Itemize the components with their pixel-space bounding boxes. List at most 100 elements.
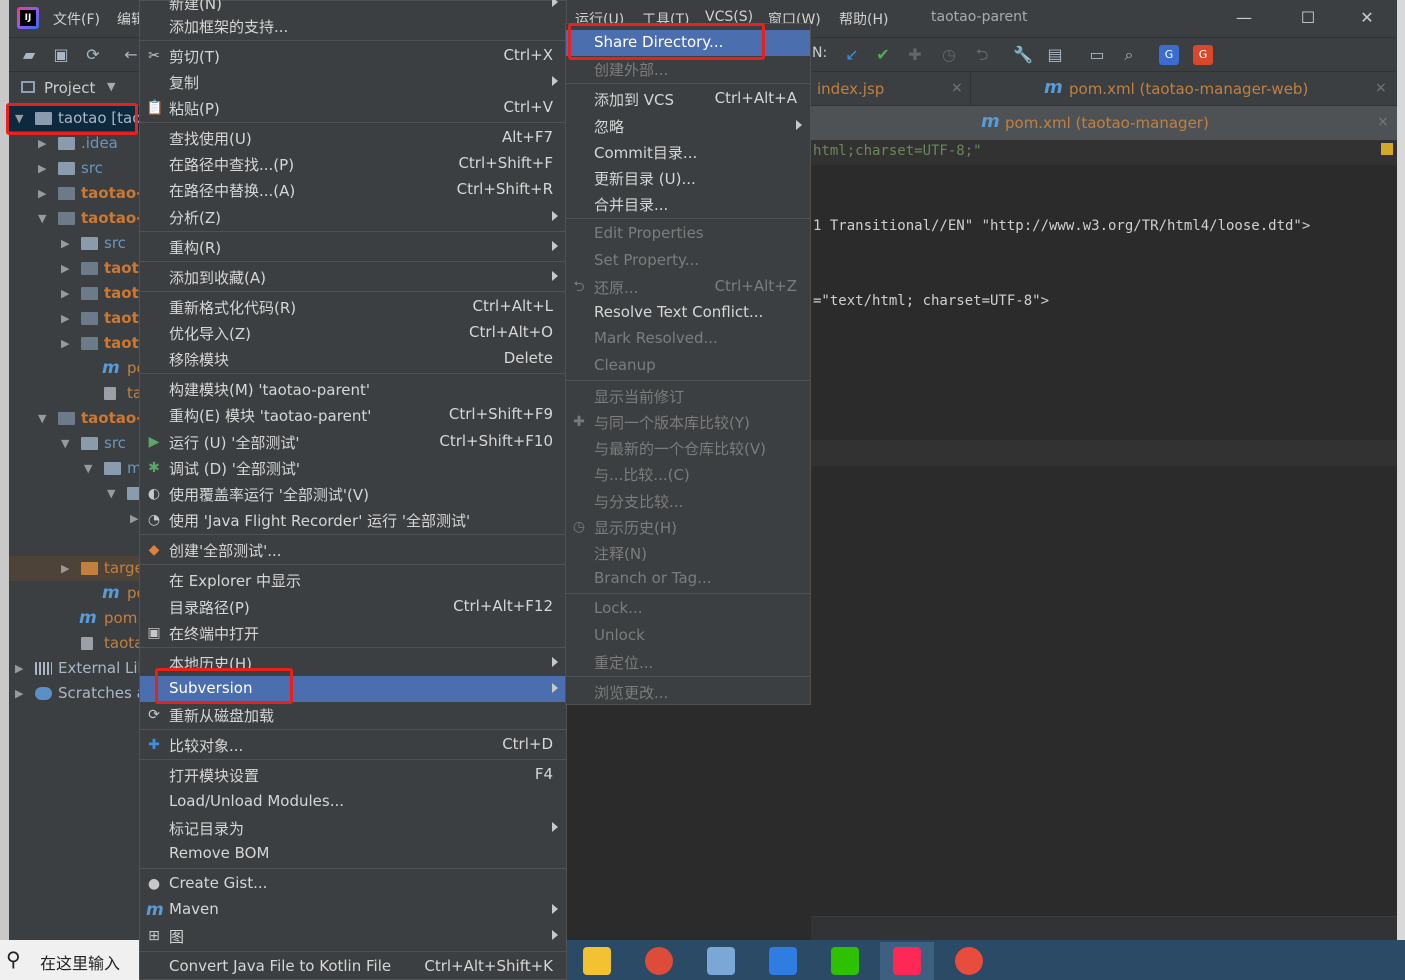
tree-row[interactable]: ▼ taotao- bbox=[9, 406, 139, 431]
svn-item-u[interactable]: 更新目录 (U)... bbox=[566, 165, 810, 191]
menu-item-t[interactable]: ✂ 剪切(T) Ctrl+X bbox=[140, 43, 566, 69]
collapse-arrow-icon[interactable]: ▶ bbox=[61, 256, 73, 281]
save-icon[interactable]: ▣ bbox=[51, 45, 71, 65]
menu-item-item[interactable]: ⟳ 重新从磁盘加载 bbox=[140, 702, 566, 728]
menu-item-r[interactable]: 重新格式化代码(R) Ctrl+Alt+L bbox=[140, 294, 566, 320]
menu-item-e-taotao-parent[interactable]: 重构(E) 模块 'taotao-parent' Ctrl+Shift+F9 bbox=[140, 402, 566, 428]
close-button[interactable]: ✕ bbox=[1350, 5, 1384, 31]
menu-item-convert-java-file-to-kotlin-file[interactable]: Convert Java File to Kotlin File Ctrl+Alt… bbox=[140, 954, 566, 980]
tree-row[interactable]: ▶ taota bbox=[9, 281, 139, 306]
tab-pom-manager[interactable]: m pom.xml (taotao-manager) × bbox=[811, 106, 1397, 140]
notepad-icon[interactable] bbox=[694, 942, 748, 980]
svn-item-resolve-text-conflict[interactable]: Resolve Text Conflict... bbox=[566, 300, 810, 326]
tree-row[interactable]: ▶ taota bbox=[9, 331, 139, 356]
collapse-arrow-icon[interactable]: ▶ bbox=[61, 231, 73, 256]
collapse-arrow-icon[interactable]: ▶ bbox=[38, 156, 50, 181]
tree-row[interactable]: ▶ src bbox=[9, 156, 139, 181]
tree-row[interactable]: ▶ External Lib bbox=[9, 656, 139, 681]
menu-item-item[interactable]: ⊞ 图 bbox=[140, 923, 566, 949]
menu-item-item[interactable]: 标记目录为 bbox=[140, 815, 566, 841]
back-arrow-icon[interactable]: ← bbox=[121, 45, 141, 65]
tree-row[interactable]: ▶ bbox=[9, 506, 139, 531]
expand-arrow-icon[interactable]: ▼ bbox=[84, 456, 96, 481]
tab-index-jsp[interactable]: index.jsp × bbox=[811, 72, 971, 106]
search-icon[interactable]: ⌕ bbox=[1119, 45, 1139, 65]
collapse-arrow-icon[interactable]: ▶ bbox=[61, 306, 73, 331]
svn-item-item[interactable]: 忽略 bbox=[566, 113, 810, 139]
collapse-arrow-icon[interactable]: ▶ bbox=[38, 181, 50, 206]
svn-item-commit[interactable]: Commit目录... bbox=[566, 139, 810, 165]
code-editor[interactable]: html;charset=UTF-8;" 1 Transitional//EN"… bbox=[811, 140, 1397, 920]
tree-row[interactable] bbox=[9, 531, 139, 556]
chrome-icon[interactable] bbox=[632, 942, 686, 980]
expand-arrow-icon[interactable]: ▼ bbox=[38, 206, 50, 231]
chevron-down-icon[interactable]: ▼ bbox=[107, 80, 115, 93]
tree-row[interactable]: mpom bbox=[9, 356, 139, 381]
menu-item-a[interactable]: 在路径中替换...(A) Ctrl+Shift+R bbox=[140, 177, 566, 203]
tree-row[interactable]: ▼ bbox=[9, 481, 139, 506]
tab-close-icon[interactable]: × bbox=[951, 80, 963, 96]
menu-item-item[interactable]: 添加框架的支持... bbox=[140, 13, 566, 39]
terminal-icon[interactable]: ▭ bbox=[1087, 45, 1107, 65]
horizontal-scrollbar[interactable] bbox=[811, 916, 1397, 940]
menu-item-p[interactable]: 目录路径(P) Ctrl+Alt+F12 bbox=[140, 594, 566, 620]
tree-row[interactable]: taota bbox=[9, 381, 139, 406]
tree-row[interactable]: ▼ src bbox=[9, 431, 139, 456]
app-grid-icon[interactable] bbox=[756, 942, 810, 980]
menu-item-d[interactable]: ✱ 调试 (D) '全部测试' bbox=[140, 455, 566, 481]
wrench-icon[interactable]: 🔧 bbox=[1013, 45, 1033, 65]
translate-icon[interactable]: G bbox=[1159, 45, 1179, 65]
tab-close-icon[interactable]: × bbox=[1375, 80, 1387, 96]
menu-item-java-flight-recorder[interactable]: ◔ 使用 'Java Flight Recorder' 运行 '全部测试' bbox=[140, 507, 566, 533]
menu-item-load-unload-modules[interactable]: Load/Unload Modules... bbox=[140, 789, 566, 815]
tree-row[interactable]: m pom.xm bbox=[9, 606, 139, 631]
menu-item-item[interactable]: 打开模块设置 F4 bbox=[140, 762, 566, 788]
update-project-icon[interactable]: ↙ bbox=[842, 45, 862, 65]
menu-item-z[interactable]: 优化导入(Z) Ctrl+Alt+O bbox=[140, 320, 566, 346]
svn-item-vcs[interactable]: 添加到 VCS Ctrl+Alt+A bbox=[566, 86, 810, 112]
project-structure-icon[interactable]: ▤ bbox=[1045, 45, 1065, 65]
warning-marker-icon[interactable] bbox=[1381, 143, 1393, 155]
menu-item-p[interactable]: 📋 粘贴(P) Ctrl+V bbox=[140, 95, 566, 121]
collapse-arrow-icon[interactable]: ▶ bbox=[61, 556, 73, 581]
menu-item-a[interactable]: 添加到收藏(A) bbox=[140, 264, 566, 290]
expand-arrow-icon[interactable]: ▼ bbox=[38, 406, 50, 431]
menu-item-r[interactable]: 重构(R) bbox=[140, 234, 566, 260]
tree-row[interactable]: ▼ m bbox=[9, 456, 139, 481]
tree-row[interactable]: ▶ targe bbox=[9, 556, 139, 581]
menu-item-z[interactable]: 分析(Z) bbox=[140, 204, 566, 230]
svn-item-item[interactable]: 合并目录... bbox=[566, 191, 810, 217]
maximize-button[interactable]: ☐ bbox=[1291, 5, 1325, 31]
tree-row[interactable]: ▶ taotao- bbox=[9, 181, 139, 206]
project-panel-header[interactable]: Project ▼ bbox=[9, 72, 139, 104]
menu-item-new[interactable]: 新建(N) bbox=[169, 0, 222, 14]
open-folder-icon[interactable]: ▰ bbox=[19, 45, 39, 65]
menu-item-create-gist[interactable]: ● Create Gist... bbox=[140, 871, 566, 897]
file-explorer-icon[interactable] bbox=[570, 942, 624, 980]
tree-row[interactable]: ▼ taotao- bbox=[9, 206, 139, 231]
tree-row[interactable]: taotao-p bbox=[9, 631, 139, 656]
menu-item-v[interactable]: ◐ 使用覆盖率运行 '全部测试'(V) bbox=[140, 481, 566, 507]
minimize-button[interactable]: — bbox=[1227, 5, 1261, 31]
tree-row[interactable]: ▶ src bbox=[9, 231, 139, 256]
menu-item-explorer[interactable]: 在 Explorer 中显示 bbox=[140, 567, 566, 593]
tree-row[interactable]: ▶ taota bbox=[9, 306, 139, 331]
menu-item-m-taotao-parent[interactable]: 构建模块(M) 'taotao-parent' bbox=[140, 376, 566, 402]
expand-arrow-icon[interactable]: ▼ bbox=[107, 481, 119, 506]
sync-icon[interactable]: ⟳ bbox=[83, 45, 103, 65]
expand-arrow-icon[interactable]: ▼ bbox=[61, 431, 73, 456]
menu-item-u[interactable]: ▶ 运行 (U) '全部测试' Ctrl+Shift+F10 bbox=[140, 429, 566, 455]
menu-item-item[interactable]: ▣ 在终端中打开 bbox=[140, 620, 566, 646]
tree-row[interactable]: ▶ taota bbox=[9, 256, 139, 281]
menu-item-u[interactable]: 查找使用(U) Alt+F7 bbox=[140, 125, 566, 151]
menu-item-item[interactable]: ✚ 比较对象... Ctrl+D bbox=[140, 732, 566, 758]
tab-pom-manager-web[interactable]: m pom.xml (taotao-manager-web) × bbox=[972, 72, 1397, 106]
menu-file[interactable]: 文件(F) bbox=[53, 9, 100, 29]
menu-item-maven[interactable]: m Maven bbox=[140, 897, 566, 923]
tree-row[interactable]: mpom bbox=[9, 581, 139, 606]
menu-item-item[interactable]: ◆ 创建'全部测试'... bbox=[140, 537, 566, 563]
tree-row[interactable]: ▶ Scratches a bbox=[9, 681, 139, 706]
translate-alt-icon[interactable]: G bbox=[1193, 45, 1213, 65]
collapse-arrow-icon[interactable]: ▶ bbox=[61, 281, 73, 306]
menu-item-remove-bom[interactable]: Remove BOM bbox=[140, 841, 566, 867]
